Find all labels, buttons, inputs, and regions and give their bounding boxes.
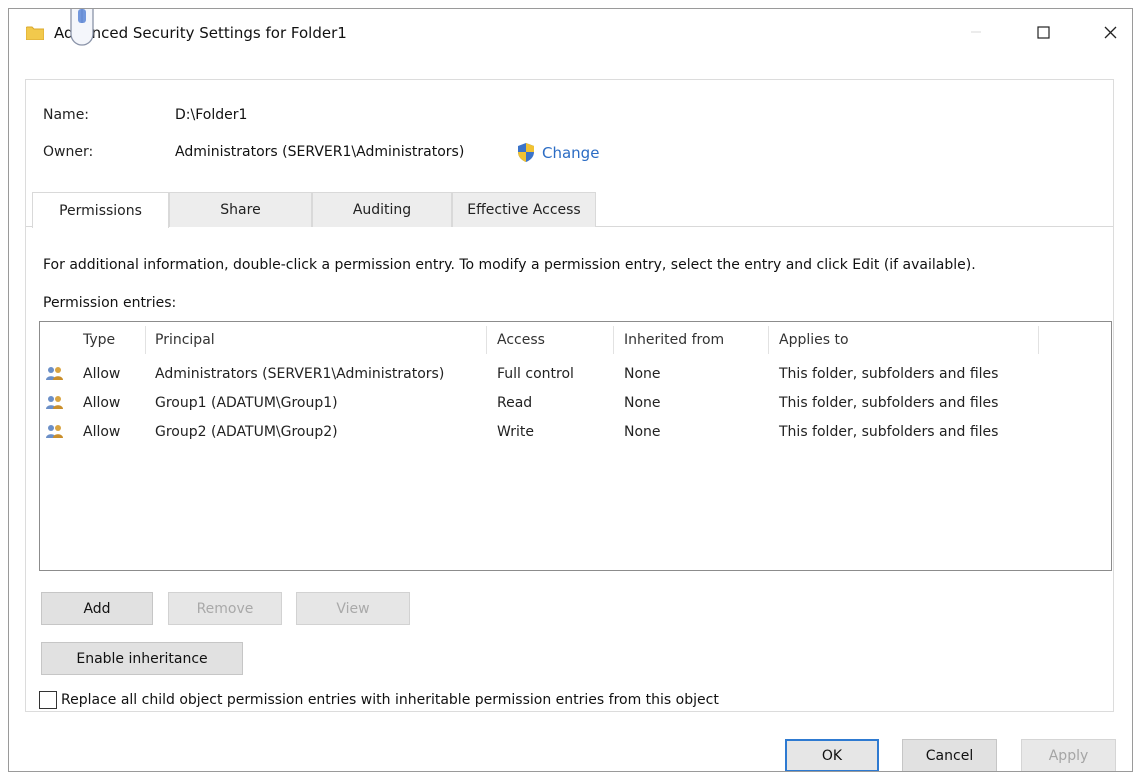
cancel-button-label: Cancel bbox=[925, 747, 974, 764]
row-inherited-from: None bbox=[624, 366, 661, 382]
enable-inheritance-label: Enable inheritance bbox=[76, 650, 208, 667]
row-inherited-from: None bbox=[624, 424, 661, 440]
column-header-access[interactable]: Access bbox=[497, 332, 545, 348]
row-access: Write bbox=[497, 424, 534, 440]
user-group-icon bbox=[46, 396, 63, 409]
row-type: Allow bbox=[83, 424, 121, 440]
user-group-icon bbox=[46, 425, 63, 438]
row-type: Allow bbox=[83, 366, 121, 382]
remove-button[interactable]: Remove bbox=[168, 592, 282, 625]
change-link-label: Change bbox=[542, 143, 600, 162]
row-applies-to: This folder, subfolders and files bbox=[779, 366, 999, 382]
row-access: Full control bbox=[497, 366, 574, 382]
user-group-icon bbox=[46, 367, 63, 380]
tab-auditing[interactable]: Auditing bbox=[312, 192, 452, 227]
title-bar[interactable]: Advanced Security Settings for Folder1 bbox=[9, 9, 1132, 59]
content-panel: Name: D:\Folder1 Owner: Administrators (… bbox=[25, 79, 1114, 712]
maximize-icon bbox=[1036, 25, 1050, 39]
column-header-type[interactable]: Type bbox=[83, 332, 115, 348]
apply-button-label: Apply bbox=[1048, 747, 1089, 764]
view-button[interactable]: View bbox=[296, 592, 410, 625]
instructions-text: For additional information, double-click… bbox=[43, 257, 976, 273]
owner-value: Administrators (SERVER1\Administrators) bbox=[175, 144, 465, 160]
window-title: Advanced Security Settings for Folder1 bbox=[54, 24, 347, 42]
tab-permissions-label: Permissions bbox=[59, 202, 142, 219]
row-inherited-from: None bbox=[624, 395, 661, 411]
table-row[interactable]: Allow Group1 (ADATUM\Group1) Read None T… bbox=[40, 389, 1111, 419]
column-header-applies-to[interactable]: Applies to bbox=[779, 332, 849, 348]
cancel-button[interactable]: Cancel bbox=[902, 739, 997, 771]
tab-auditing-label: Auditing bbox=[352, 202, 412, 218]
row-principal: Group2 (ADATUM\Group2) bbox=[155, 424, 338, 440]
cursor-icon bbox=[70, 9, 94, 46]
name-label: Name: bbox=[43, 107, 90, 123]
change-owner-link[interactable]: Change bbox=[516, 142, 599, 163]
permission-entries-list[interactable]: Type Principal Access Inherited from App… bbox=[39, 321, 1112, 571]
permission-entries-label: Permission entries: bbox=[43, 295, 177, 311]
shield-icon bbox=[518, 143, 534, 162]
advanced-security-dialog: Advanced Security Settings for Folder1 N… bbox=[8, 8, 1133, 772]
minimize-icon bbox=[971, 31, 981, 33]
ok-button[interactable]: OK bbox=[785, 739, 879, 771]
maximize-button[interactable] bbox=[1020, 9, 1066, 55]
tab-effective-access-label: Effective Access bbox=[467, 202, 581, 218]
row-principal: Group1 (ADATUM\Group1) bbox=[155, 395, 338, 411]
column-header-principal[interactable]: Principal bbox=[155, 332, 215, 348]
tab-permissions[interactable]: Permissions bbox=[32, 192, 169, 228]
row-principal: Administrators (SERVER1\Administrators) bbox=[155, 366, 445, 382]
close-icon bbox=[1104, 26, 1116, 38]
replace-child-permissions-option[interactable]: Replace all child object permission entr… bbox=[39, 691, 719, 709]
name-value: D:\Folder1 bbox=[175, 107, 248, 123]
add-button[interactable]: Add bbox=[41, 592, 153, 625]
ok-button-label: OK bbox=[821, 747, 843, 764]
apply-button[interactable]: Apply bbox=[1021, 739, 1116, 771]
table-row[interactable]: Allow Administrators (SERVER1\Administra… bbox=[40, 360, 1111, 390]
folder-icon bbox=[26, 26, 44, 40]
remove-button-label: Remove bbox=[196, 600, 254, 617]
row-type: Allow bbox=[83, 395, 121, 411]
owner-label: Owner: bbox=[43, 144, 94, 160]
row-applies-to: This folder, subfolders and files bbox=[779, 424, 999, 440]
close-button[interactable] bbox=[1087, 9, 1132, 55]
enable-inheritance-button[interactable]: Enable inheritance bbox=[41, 642, 243, 675]
replace-child-permissions-checkbox[interactable] bbox=[39, 691, 57, 709]
add-button-label: Add bbox=[83, 600, 111, 617]
minimize-button[interactable] bbox=[953, 9, 999, 55]
table-row[interactable]: Allow Group2 (ADATUM\Group2) Write None … bbox=[40, 418, 1111, 448]
row-applies-to: This folder, subfolders and files bbox=[779, 395, 999, 411]
tab-share-label: Share bbox=[220, 202, 261, 218]
row-access: Read bbox=[497, 395, 533, 411]
column-header-inherited-from[interactable]: Inherited from bbox=[624, 332, 724, 348]
tab-strip: Permissions Share Auditing Effective Acc… bbox=[26, 192, 1113, 228]
tab-effective-access[interactable]: Effective Access bbox=[452, 192, 596, 227]
tab-share[interactable]: Share bbox=[169, 192, 312, 227]
view-button-label: View bbox=[336, 600, 370, 617]
replace-child-permissions-label: Replace all child object permission entr… bbox=[61, 692, 719, 708]
